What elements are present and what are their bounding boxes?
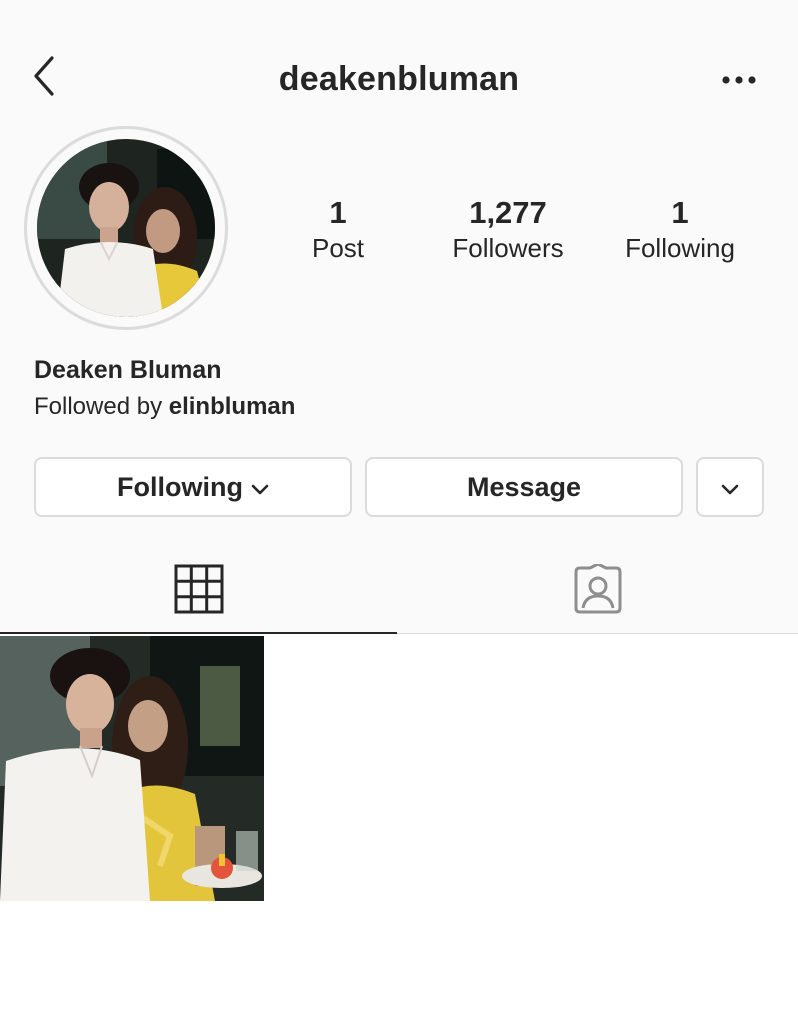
- following-count-value: 1: [671, 195, 689, 230]
- followers-count-value: 1,277: [469, 195, 547, 230]
- followers-count-label: Followers: [452, 233, 564, 263]
- suggested-accounts-button[interactable]: [696, 457, 764, 517]
- post-thumbnail[interactable]: [0, 636, 264, 901]
- more-horizontal-icon: [722, 76, 756, 84]
- following-count-label: Following: [625, 233, 735, 263]
- tab-divider: [397, 633, 798, 634]
- post-photo: [0, 636, 264, 901]
- followers-count[interactable]: 1,277 Followers: [428, 195, 588, 265]
- chevron-down-icon: [251, 472, 269, 503]
- followed-by[interactable]: Followed by elinbluman: [34, 393, 295, 421]
- tagged-user-icon: [574, 564, 622, 614]
- profile-username: deakenbluman: [278, 60, 520, 98]
- message-button-label: Message: [466, 471, 582, 502]
- grid-icon: [174, 564, 224, 614]
- avatar[interactable]: [24, 126, 228, 330]
- followed-by-user: elinbluman: [168, 393, 296, 420]
- tab-grid[interactable]: [0, 556, 397, 634]
- following-button[interactable]: Following: [34, 457, 352, 517]
- tab-tagged[interactable]: [397, 556, 798, 634]
- following-button-label: Following: [117, 471, 243, 502]
- posts-count-label: Post: [311, 233, 365, 263]
- top-bar: deakenbluman: [0, 40, 798, 120]
- more-options-button[interactable]: [718, 66, 762, 94]
- followed-by-prefix: Followed by: [34, 393, 163, 420]
- message-button[interactable]: Message: [365, 457, 683, 517]
- posts-count: 1 Post: [288, 195, 388, 265]
- following-count[interactable]: 1 Following: [610, 195, 750, 265]
- chevron-down-icon: [721, 472, 739, 503]
- avatar-photo: [37, 139, 215, 317]
- posts-count-value: 1: [329, 195, 347, 230]
- display-name: Deaken Bluman: [34, 356, 222, 384]
